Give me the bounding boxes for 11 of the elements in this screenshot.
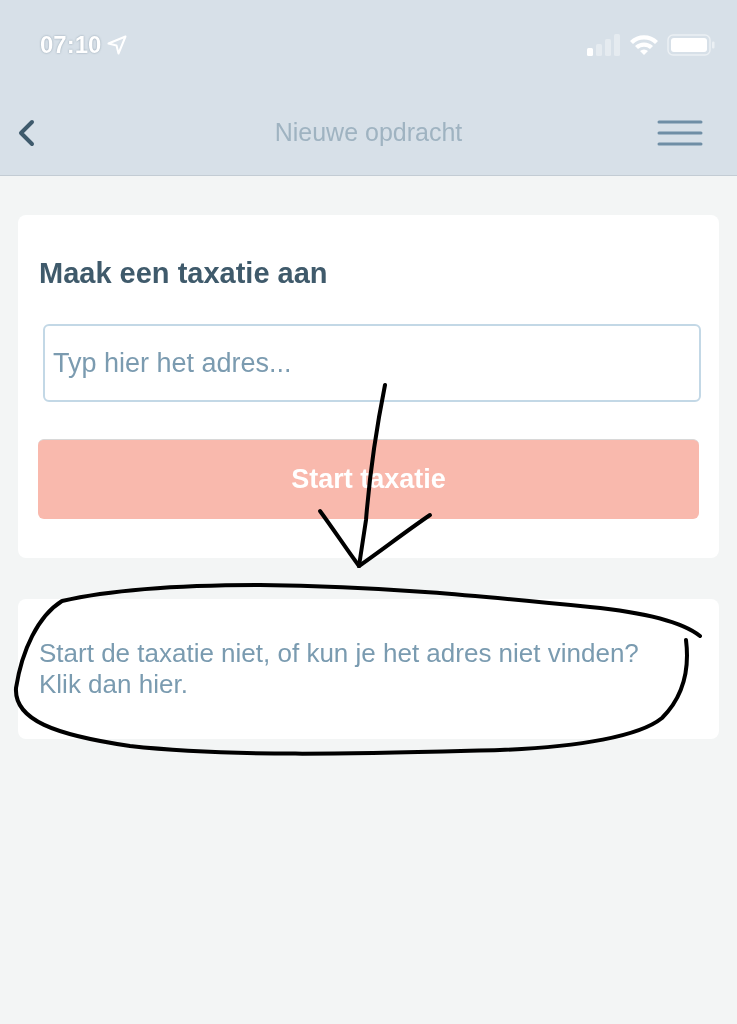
card-title: Maak een taxatie aan — [38, 256, 329, 291]
wifi-icon — [629, 34, 659, 56]
location-arrow-icon — [107, 35, 128, 55]
menu-button[interactable] — [657, 118, 703, 147]
signal-bars-icon — [587, 34, 621, 56]
page-title: Nieuwe opdracht — [274, 116, 463, 148]
help-text[interactable]: Start de taxatie niet, of kun je het adres niet vinden? Klik dan hier. — [39, 638, 698, 700]
battery-icon — [667, 34, 715, 56]
back-chevron-icon — [16, 118, 36, 147]
menu-icon — [657, 118, 703, 147]
address-input-field[interactable]: Typ hier het adres... — [43, 324, 701, 402]
